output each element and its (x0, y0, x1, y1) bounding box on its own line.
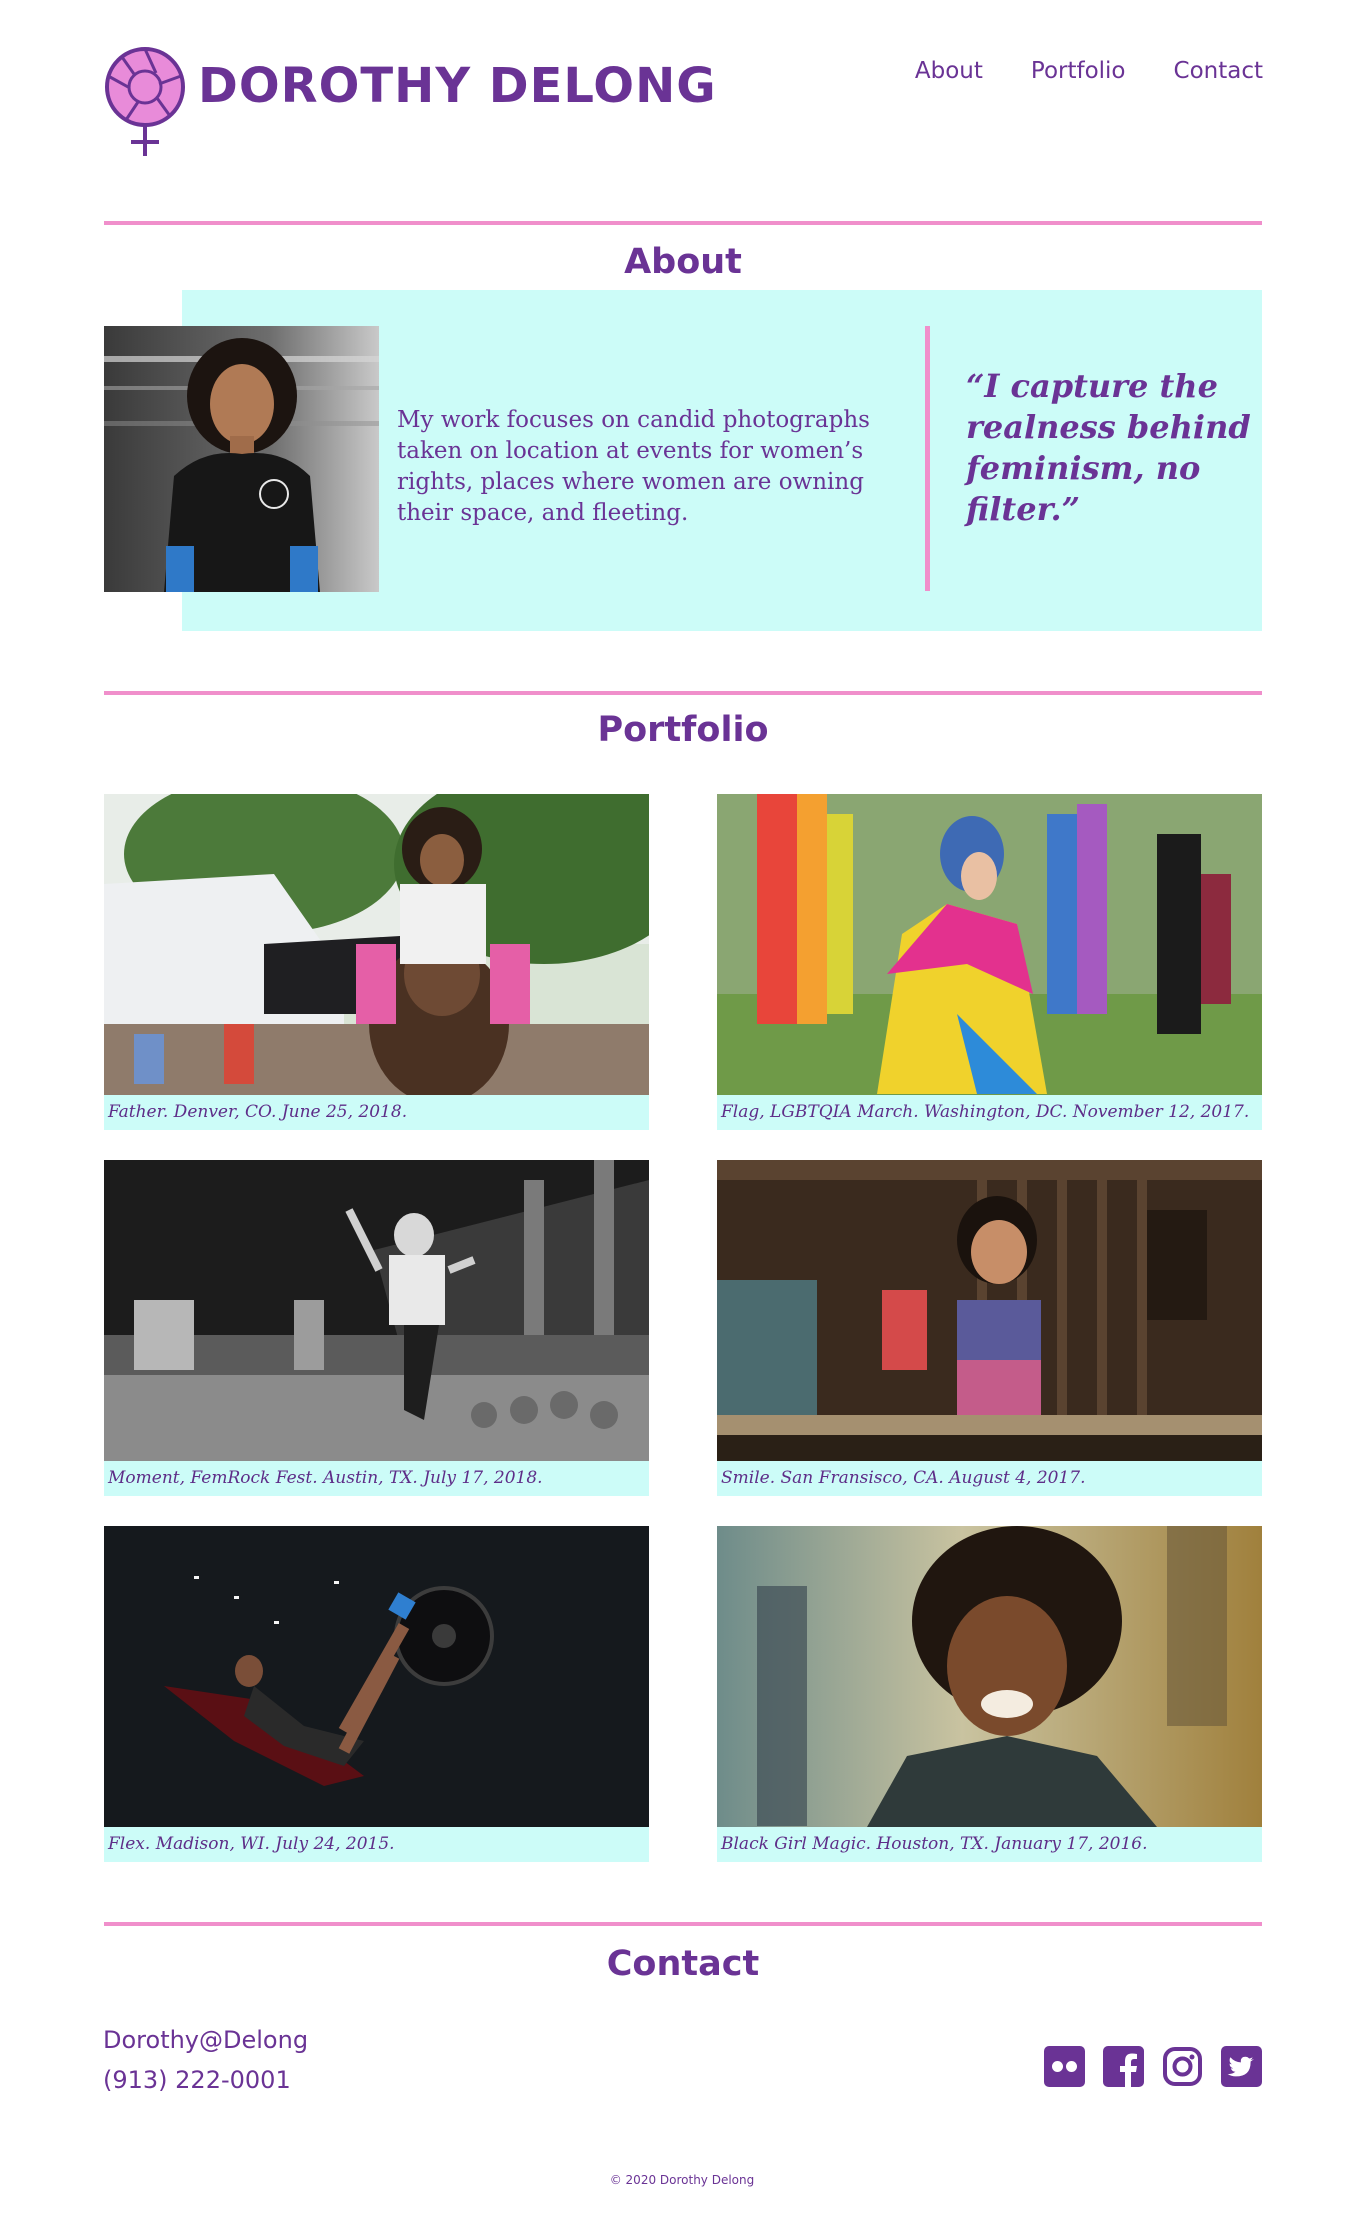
portfolio-photo-black-girl-magic[interactable] (717, 1526, 1262, 1827)
portfolio-photo-moment[interactable] (104, 1160, 649, 1461)
contact-phone[interactable]: (913) 222-0001 (103, 2064, 291, 2096)
about-bio: My work focuses on candid photographs ta… (397, 407, 870, 526)
section-divider (104, 691, 1262, 695)
portfolio-photo-smile[interactable] (717, 1160, 1262, 1461)
portfolio-card[interactable]: Black Girl Magic. Houston, TX. January 1… (717, 1526, 1262, 1862)
contact-heading: Contact (606, 1944, 760, 1984)
portfolio-card[interactable]: Smile. San Fransisco, CA. August 4, 2017… (717, 1160, 1262, 1496)
nav-link-about[interactable]: About (915, 56, 983, 86)
section-divider (104, 221, 1262, 225)
contact-email[interactable]: Dorothy@Delong (103, 2024, 308, 2056)
portfolio-caption: Smile. San Fransisco, CA. August 4, 2017… (721, 1468, 1086, 1488)
portfolio-card[interactable]: Flex. Madison, WI. July 24, 2015. (104, 1526, 649, 1862)
portfolio-photo-flex[interactable] (104, 1526, 649, 1827)
portrait-photo (104, 326, 379, 592)
portfolio-caption: Black Girl Magic. Houston, TX. January 1… (721, 1834, 1148, 1854)
portfolio-card[interactable]: Father. Denver, CO. June 25, 2018. (104, 794, 649, 1130)
portfolio-card[interactable]: Flag, LGBTQIA March. Washington, DC. Nov… (717, 794, 1262, 1130)
portfolio-caption: Moment, FemRock Fest. Austin, TX. July 1… (108, 1468, 543, 1488)
portfolio-card[interactable]: Moment, FemRock Fest. Austin, TX. July 1… (104, 1160, 649, 1496)
flickr-icon[interactable] (1044, 2046, 1085, 2087)
portfolio-caption: Father. Denver, CO. June 25, 2018. (108, 1102, 408, 1122)
portfolio-photo-father[interactable] (104, 794, 649, 1095)
twitter-icon[interactable] (1221, 2046, 1262, 2087)
portfolio-photo-flag[interactable] (717, 794, 1262, 1095)
portfolio-caption: Flag, LGBTQIA March. Washington, DC. Nov… (721, 1102, 1250, 1122)
nav-link-portfolio[interactable]: Portfolio (1031, 56, 1126, 86)
about-divider (925, 326, 930, 591)
portfolio-caption: Flex. Madison, WI. July 24, 2015. (108, 1834, 395, 1854)
venus-aperture-icon[interactable] (104, 46, 186, 158)
main-nav: About Portfolio Contact (915, 56, 1263, 86)
about-quote: “I capture the realness behind feminism,… (966, 367, 1251, 528)
instagram-icon[interactable] (1162, 2046, 1203, 2087)
social-links (1044, 2046, 1262, 2087)
nav-link-contact[interactable]: Contact (1174, 56, 1263, 86)
facebook-icon[interactable] (1103, 2046, 1144, 2087)
site-brand-name[interactable]: DOROTHY DELONG (198, 56, 717, 116)
about-heading: About (624, 242, 742, 282)
portfolio-heading: Portfolio (597, 710, 769, 750)
footer-copyright: © 2020 Dorothy Delong (609, 2173, 755, 2187)
section-divider (104, 1922, 1262, 1926)
